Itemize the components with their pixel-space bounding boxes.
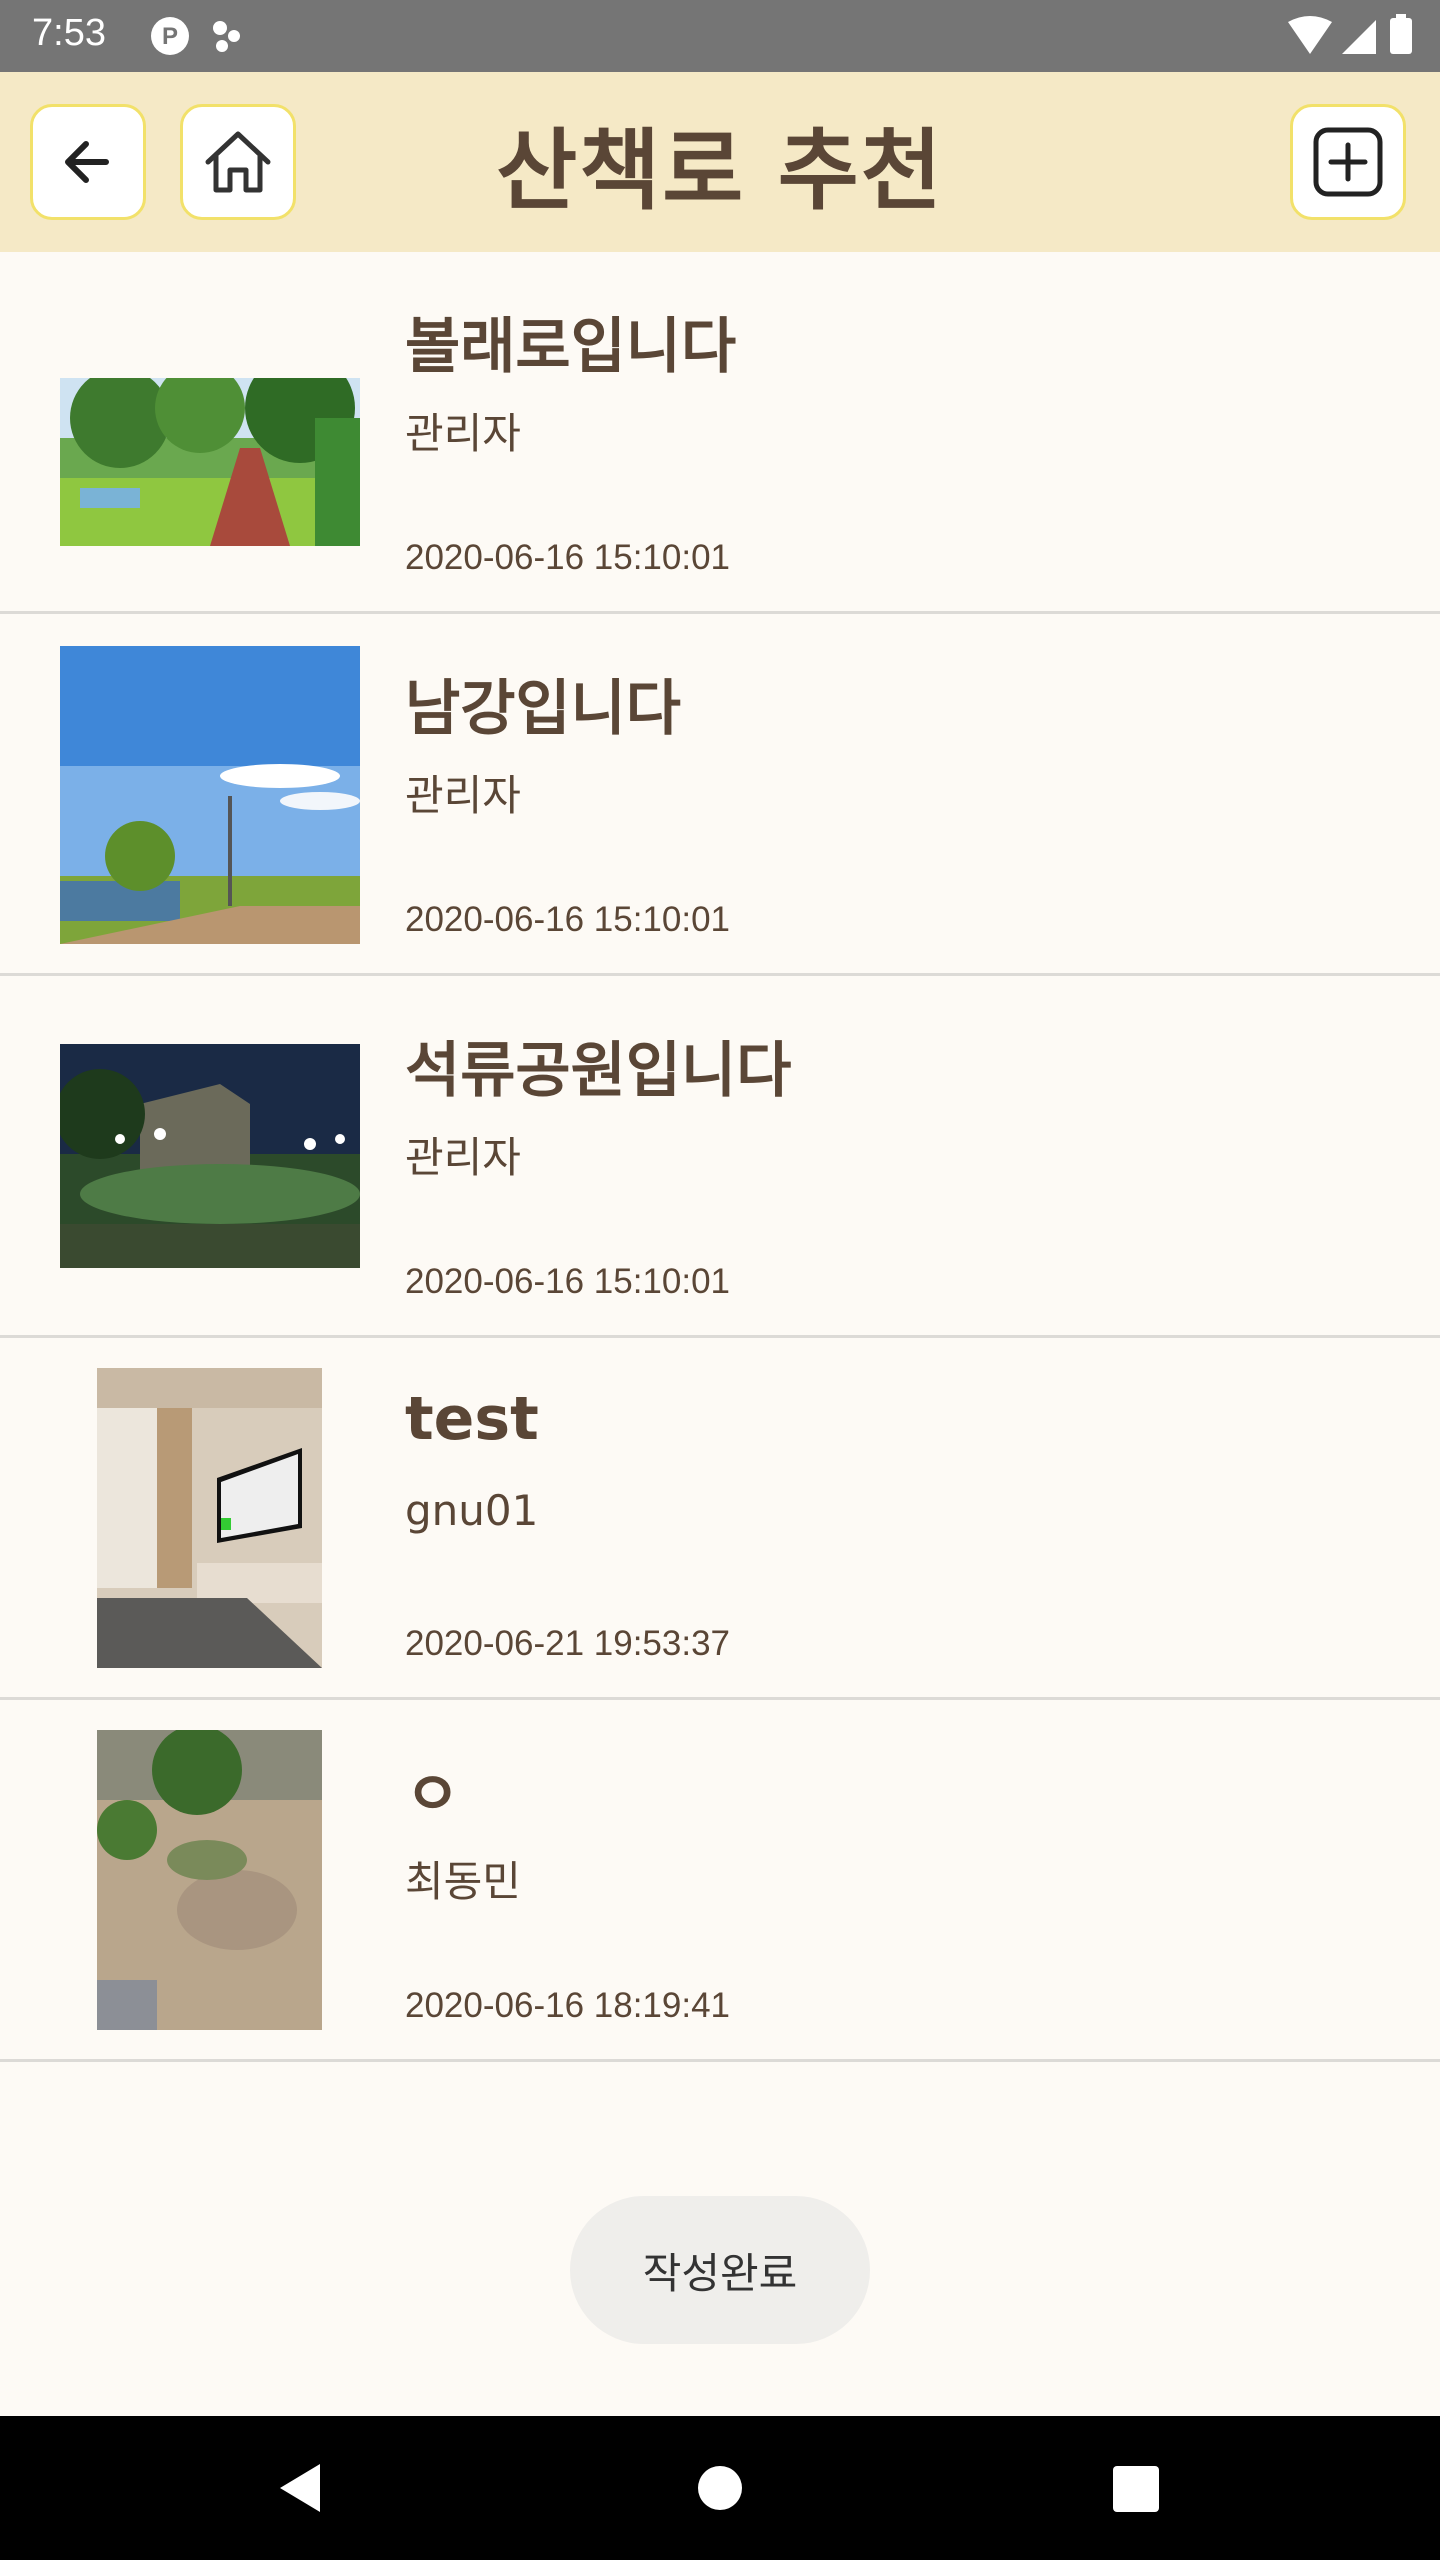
post-thumbnail bbox=[97, 1368, 322, 1668]
navigation-bar bbox=[0, 2416, 1440, 2560]
status-time: 7:53 bbox=[32, 12, 106, 54]
post-date: 2020-06-16 15:10:01 bbox=[405, 538, 730, 577]
post-date: 2020-06-16 15:10:01 bbox=[405, 1262, 730, 1301]
status-bar: 7:53 P bbox=[0, 0, 1440, 72]
system-icons bbox=[1286, 14, 1416, 62]
post-title: 석류공원입니다 bbox=[405, 1036, 792, 1106]
page-title: 산책로 추천 bbox=[496, 119, 944, 222]
add-post-button[interactable] bbox=[1290, 104, 1406, 220]
plus-square-icon bbox=[1313, 127, 1383, 197]
notification-icons: P bbox=[148, 14, 268, 62]
list-item[interactable]: 석류공원입니다 관리자 2020-06-16 15:10:01 bbox=[0, 976, 1440, 1338]
post-thumbnail bbox=[60, 378, 360, 546]
post-thumbnail bbox=[97, 1730, 322, 2030]
list-item[interactable]: 볼래로입니다 관리자 2020-06-16 15:10:01 bbox=[0, 252, 1440, 614]
post-author: gnu01 bbox=[405, 1486, 539, 1535]
list-item[interactable]: 남강입니다 관리자 2020-06-16 15:10:01 bbox=[0, 614, 1440, 976]
app-bar: 산책로 추천 bbox=[0, 72, 1440, 252]
post-author: 관리자 bbox=[405, 771, 521, 820]
nav-back-icon[interactable] bbox=[276, 2462, 324, 2514]
post-title: ㅇ bbox=[405, 1760, 461, 1830]
submit-button[interactable]: 작성완료 bbox=[570, 2196, 870, 2344]
post-author: 관리자 bbox=[405, 1133, 521, 1182]
post-title: 남강입니다 bbox=[405, 674, 681, 744]
post-date: 2020-06-21 19:53:37 bbox=[405, 1624, 730, 1663]
list-item[interactable]: test gnu01 2020-06-21 19:53:37 bbox=[0, 1338, 1440, 1700]
post-author: 관리자 bbox=[405, 409, 521, 458]
nav-recents-icon[interactable] bbox=[1113, 2466, 1159, 2512]
post-thumbnail bbox=[60, 646, 360, 944]
post-thumbnail bbox=[60, 1044, 360, 1268]
nav-home-icon[interactable] bbox=[696, 2464, 744, 2512]
post-author: 최동민 bbox=[405, 1857, 521, 1906]
post-date: 2020-06-16 15:10:01 bbox=[405, 900, 730, 939]
post-title: 볼래로입니다 bbox=[405, 312, 737, 382]
post-title: test bbox=[405, 1384, 539, 1454]
post-date: 2020-06-16 18:19:41 bbox=[405, 1986, 730, 2025]
post-list: 볼래로입니다 관리자 2020-06-16 15:10:01 남강입니다 관리자… bbox=[0, 252, 1440, 2062]
svg-text:P: P bbox=[162, 23, 178, 50]
list-item[interactable]: ㅇ 최동민 2020-06-16 18:19:41 bbox=[0, 1700, 1440, 2062]
